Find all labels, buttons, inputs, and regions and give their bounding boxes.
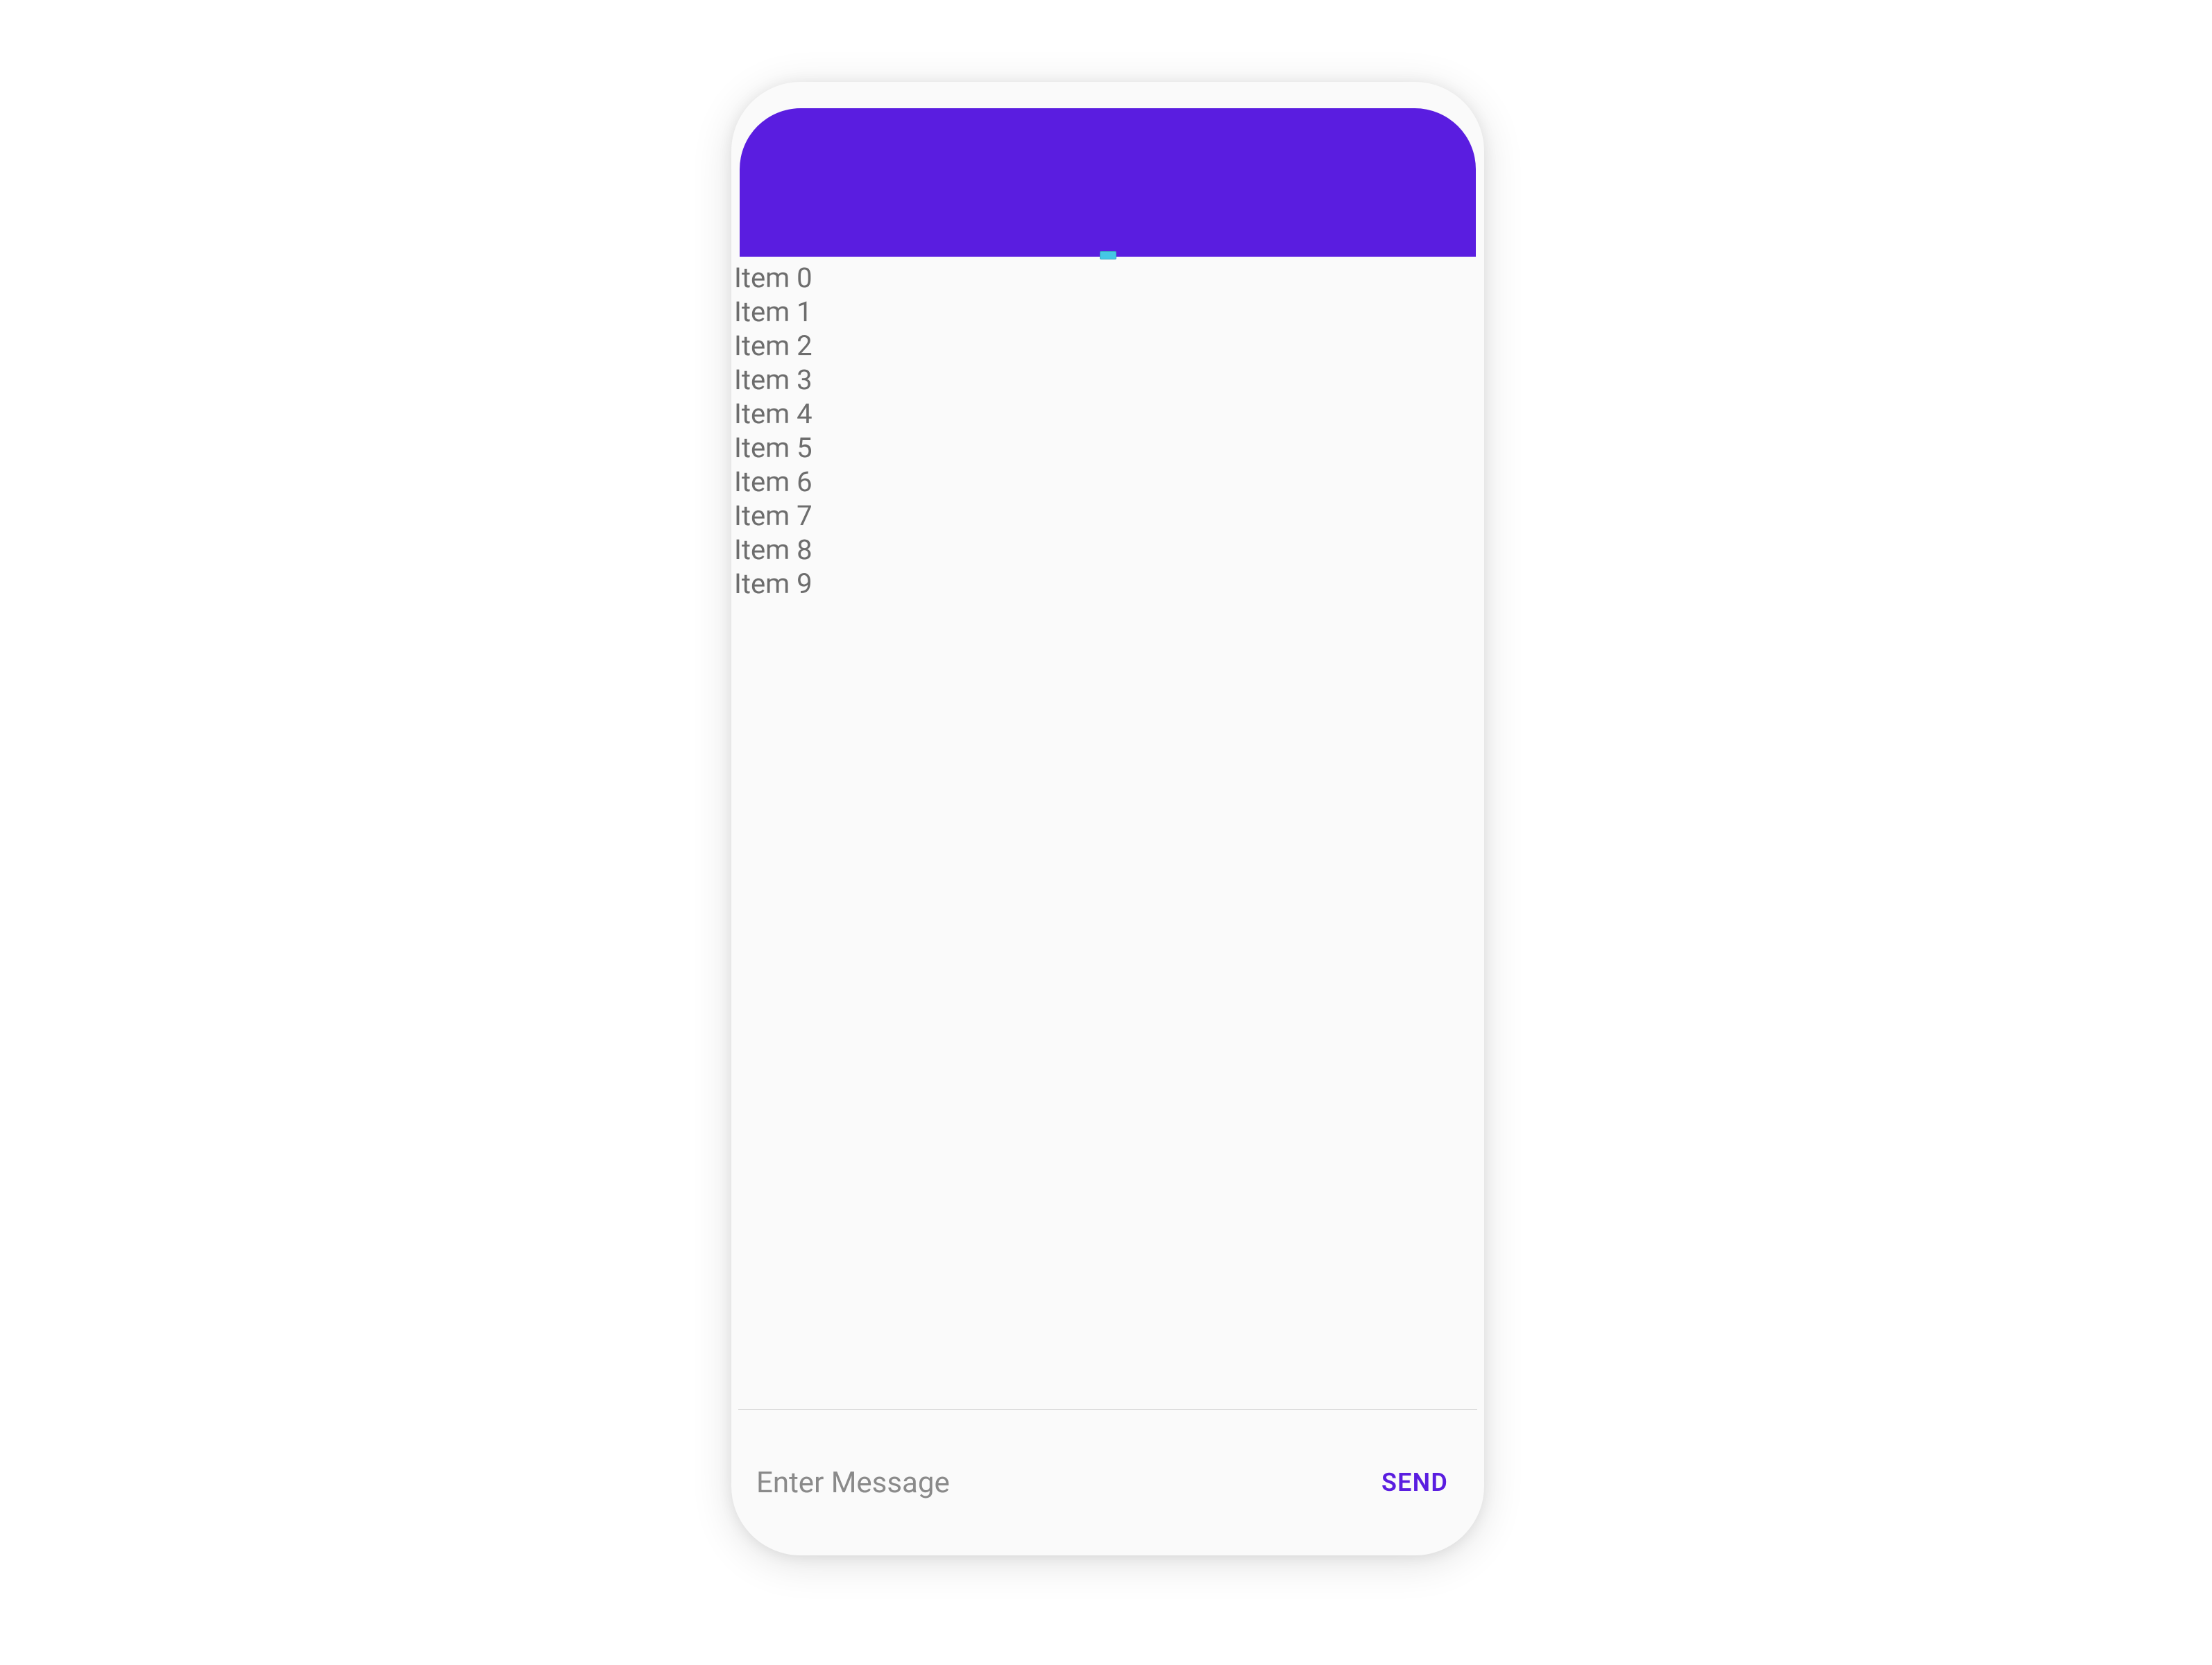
- message-input[interactable]: [756, 1466, 1359, 1500]
- list-item[interactable]: Item 2: [731, 329, 1484, 363]
- message-composer: SEND: [731, 1410, 1484, 1555]
- list-item[interactable]: Item 8: [731, 533, 1484, 567]
- item-list[interactable]: Item 0 Item 1 Item 2 Item 3 Item 4 Item …: [731, 257, 1484, 1409]
- send-button[interactable]: SEND: [1359, 1457, 1470, 1508]
- list-item[interactable]: Item 5: [731, 431, 1484, 465]
- list-item-label: Item 9: [734, 567, 813, 600]
- list-item[interactable]: Item 3: [731, 363, 1484, 397]
- list-item-label: Item 4: [734, 398, 813, 430]
- list-item[interactable]: Item 1: [731, 295, 1484, 329]
- list-item-label: Item 6: [734, 466, 813, 498]
- list-item[interactable]: Item 9: [731, 567, 1484, 601]
- device-frame: Item 0 Item 1 Item 2 Item 3 Item 4 Item …: [731, 82, 1484, 1555]
- list-item-label: Item 3: [734, 364, 813, 396]
- list-item[interactable]: Item 6: [731, 465, 1484, 499]
- list-item-label: Item 0: [734, 262, 813, 294]
- list-item[interactable]: Item 7: [731, 499, 1484, 533]
- list-item[interactable]: Item 0: [731, 261, 1484, 295]
- list-item-label: Item 8: [734, 533, 813, 566]
- resize-handle-icon[interactable]: [1100, 251, 1116, 259]
- header-bar: [740, 108, 1476, 257]
- list-item[interactable]: Item 4: [731, 397, 1484, 431]
- list-item-label: Item 5: [734, 432, 813, 464]
- list-item-label: Item 1: [734, 296, 813, 328]
- list-item-label: Item 2: [734, 330, 813, 362]
- list-item-label: Item 7: [734, 500, 813, 532]
